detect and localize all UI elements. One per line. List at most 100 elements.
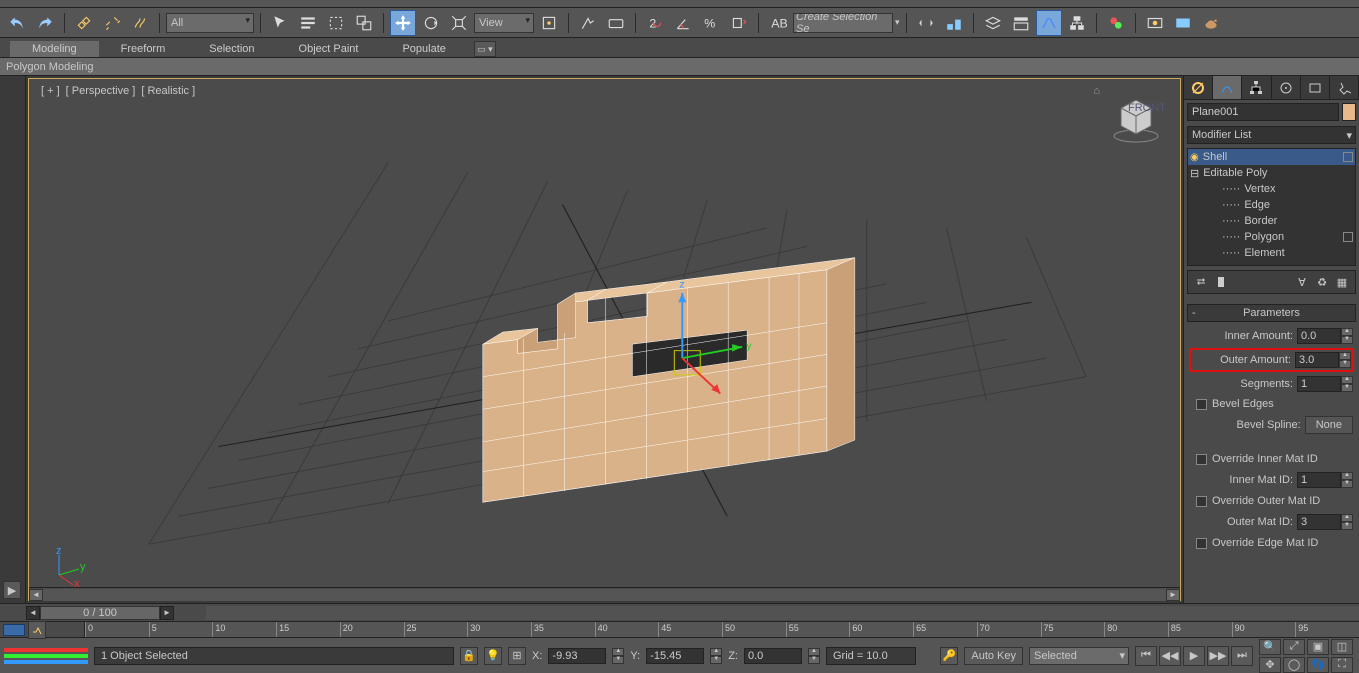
move-icon[interactable] xyxy=(390,10,416,36)
key-icon[interactable]: 🔑 xyxy=(940,647,958,665)
main-toolbar: All View 2 % ABC Create Selection Se ▾ xyxy=(0,8,1359,38)
absolute-relative-icon[interactable]: ⊞ xyxy=(508,647,526,665)
hierarchy-tab-icon[interactable] xyxy=(1242,76,1271,99)
curve-editor-icon[interactable] xyxy=(1036,10,1062,36)
viewport[interactable]: [ + ][ Perspective ][ Realistic ] ⌂ FRON… xyxy=(28,78,1181,601)
motion-tab-icon[interactable] xyxy=(1272,76,1301,99)
create-tab-icon[interactable] xyxy=(1184,76,1213,99)
inner-mat-id-spinner[interactable]: ▲▼ xyxy=(1297,472,1353,488)
zoom-all-icon[interactable]: ⤢ xyxy=(1283,639,1305,655)
snap-percent-icon[interactable]: % xyxy=(698,10,724,36)
parameters-rollout[interactable]: -Parameters xyxy=(1187,304,1356,322)
tab-populate[interactable]: Populate xyxy=(380,41,467,57)
display-tab-icon[interactable] xyxy=(1301,76,1330,99)
override-inner-checkbox[interactable] xyxy=(1196,454,1207,465)
track-bar[interactable]: 0510152025303540455055606570758085909510… xyxy=(0,621,1359,637)
outer-amount-label: Outer Amount: xyxy=(1192,354,1291,366)
tab-object-paint[interactable]: Object Paint xyxy=(277,41,381,57)
utilities-tab-icon[interactable] xyxy=(1330,76,1359,99)
render-setup-icon[interactable] xyxy=(1142,10,1168,36)
window-crossing-icon[interactable] xyxy=(351,10,377,36)
configure-sets-icon[interactable]: ▦ xyxy=(1332,273,1352,291)
remove-modifier-icon[interactable]: ♻ xyxy=(1312,273,1332,291)
prev-frame-icon[interactable]: ◀◀ xyxy=(1159,646,1181,666)
max-toggle-icon[interactable]: ⛶ xyxy=(1331,657,1353,673)
toggle-ribbon-icon[interactable] xyxy=(1008,10,1034,36)
select-object-icon[interactable] xyxy=(267,10,293,36)
link-icon[interactable] xyxy=(71,10,97,36)
snap-angle-icon[interactable] xyxy=(670,10,696,36)
scale-icon[interactable] xyxy=(446,10,472,36)
key-filters-dropdown[interactable]: Selected xyxy=(1029,647,1129,665)
pivot-icon[interactable] xyxy=(536,10,562,36)
show-end-result-icon[interactable] xyxy=(1211,273,1231,291)
undo-icon[interactable] xyxy=(4,10,30,36)
manipulate-icon[interactable] xyxy=(575,10,601,36)
material-editor-icon[interactable] xyxy=(1103,10,1129,36)
goto-start-icon[interactable]: ⏮ xyxy=(1135,646,1157,666)
ribbon-expander[interactable]: ▭ ▾ xyxy=(474,41,496,57)
pan-icon[interactable]: ✥ xyxy=(1259,657,1281,673)
transform-x-field[interactable] xyxy=(548,648,606,664)
make-unique-icon[interactable]: ∀ xyxy=(1292,273,1312,291)
spinner-snap-icon[interactable] xyxy=(726,10,752,36)
modifier-stack[interactable]: ◉Shell ⊟Editable Poly ·····Vertex ·····E… xyxy=(1187,148,1356,266)
zoom-icon[interactable]: 🔍 xyxy=(1259,639,1281,655)
render-icon[interactable] xyxy=(1198,10,1224,36)
goto-end-icon[interactable]: ⏭ xyxy=(1231,646,1253,666)
ref-coord-dropdown[interactable]: View xyxy=(474,13,534,33)
auto-key-button[interactable]: Auto Key xyxy=(964,647,1023,665)
unlink-icon[interactable] xyxy=(99,10,125,36)
snap-2d-icon[interactable]: 2 xyxy=(642,10,668,36)
modifier-list-dropdown[interactable]: Modifier List xyxy=(1187,126,1356,144)
key-mode-toggle[interactable] xyxy=(3,624,25,636)
rotate-icon[interactable] xyxy=(418,10,444,36)
select-by-name-icon[interactable] xyxy=(295,10,321,36)
object-color-swatch[interactable] xyxy=(1342,103,1356,121)
rect-select-icon[interactable] xyxy=(323,10,349,36)
selection-lock-icon[interactable]: 🔒 xyxy=(460,647,478,665)
open-mini-curve-icon[interactable] xyxy=(28,621,46,639)
outer-amount-spinner[interactable]: ▲▼ xyxy=(1295,352,1351,368)
bind-icon[interactable] xyxy=(127,10,153,36)
object-name-field[interactable] xyxy=(1187,103,1339,121)
play-icon[interactable]: ▶ xyxy=(1183,646,1205,666)
inner-amount-spinner[interactable]: ▲▼ xyxy=(1297,328,1353,344)
time-slider-thumb[interactable]: 0 / 100 xyxy=(40,606,160,620)
override-outer-checkbox[interactable] xyxy=(1196,496,1207,507)
segments-spinner[interactable]: ▲▼ xyxy=(1297,376,1353,392)
orbit-icon[interactable]: ◯ xyxy=(1283,657,1305,673)
override-inner-label: Override Inner Mat ID xyxy=(1212,453,1318,465)
zoom-extents-icon[interactable]: ▣ xyxy=(1307,639,1329,655)
tab-modeling[interactable]: Modeling xyxy=(10,41,99,57)
tab-freeform[interactable]: Freeform xyxy=(99,41,188,57)
render-frame-icon[interactable] xyxy=(1170,10,1196,36)
schematic-view-icon[interactable] xyxy=(1064,10,1090,36)
mirror-icon[interactable] xyxy=(913,10,939,36)
field-of-view-icon[interactable]: ◫ xyxy=(1331,639,1353,655)
isolate-selection-icon[interactable]: 💡 xyxy=(484,647,502,665)
left-gutter: ▶ xyxy=(0,76,26,603)
layers-icon[interactable] xyxy=(980,10,1006,36)
tab-selection[interactable]: Selection xyxy=(187,41,276,57)
named-selection-set-field[interactable]: Create Selection Se xyxy=(793,13,893,33)
bevel-edges-checkbox[interactable] xyxy=(1196,399,1207,410)
align-icon[interactable] xyxy=(941,10,967,36)
keyboard-shortcut-icon[interactable] xyxy=(603,10,629,36)
outer-mat-id-spinner[interactable]: ▲▼ xyxy=(1297,514,1353,530)
maximize-viewport-toggle-icon[interactable]: ▶ xyxy=(3,581,21,599)
modifier-stack-tools: ⮂ ∀ ♻ ▦ xyxy=(1187,270,1356,294)
walk-through-icon[interactable]: 👣 xyxy=(1307,657,1329,673)
bevel-spline-button[interactable]: None xyxy=(1305,416,1353,434)
selection-filter-dropdown[interactable]: All xyxy=(166,13,254,33)
viewport-h-scrollbar[interactable]: ◄► xyxy=(29,587,1180,601)
override-edge-checkbox[interactable] xyxy=(1196,538,1207,549)
modify-tab-icon[interactable] xyxy=(1213,76,1242,99)
edit-named-sel-icon[interactable]: ABC xyxy=(765,10,791,36)
pin-stack-icon[interactable]: ⮂ xyxy=(1191,273,1211,291)
next-frame-icon[interactable]: ▶▶ xyxy=(1207,646,1229,666)
time-slider[interactable]: ◄ 0 / 100 ► xyxy=(0,603,1359,621)
transform-z-field[interactable] xyxy=(744,648,802,664)
redo-icon[interactable] xyxy=(32,10,58,36)
transform-y-field[interactable] xyxy=(646,648,704,664)
